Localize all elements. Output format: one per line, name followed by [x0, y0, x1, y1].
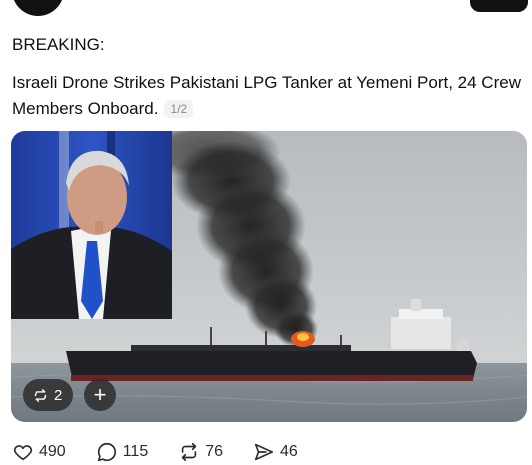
repost-count-value: 2: [54, 386, 63, 404]
tanker-photo: [11, 131, 527, 422]
headline-text: Israeli Drone Strikes Pakistani LPG Tank…: [12, 73, 521, 118]
repost-count: 76: [205, 443, 224, 460]
post-image[interactable]: [11, 131, 527, 422]
post-headline: Israeli Drone Strikes Pakistani LPG Tank…: [12, 70, 527, 122]
follow-button[interactable]: [470, 0, 528, 12]
like-count: 490: [39, 443, 66, 460]
post-actions: 490 115 76 46: [12, 438, 328, 465]
like-action[interactable]: 490: [12, 441, 66, 463]
repost-action[interactable]: 76: [178, 441, 223, 463]
reply-action[interactable]: 115: [96, 441, 149, 463]
share-count: 46: [280, 443, 298, 460]
image-page-indicator: 1/2: [164, 100, 194, 118]
heart-icon: [13, 445, 33, 461]
repost-count-pill[interactable]: 2: [23, 379, 74, 411]
repost-arrows-icon: [181, 442, 197, 462]
reply-count: 115: [122, 443, 149, 460]
add-button[interactable]: +: [84, 379, 116, 411]
post-label: BREAKING:: [12, 35, 105, 54]
send-arrow-icon: [254, 443, 274, 461]
repost-icon: [34, 388, 47, 402]
share-action[interactable]: 46: [253, 441, 298, 463]
speech-bubble-icon: [97, 442, 116, 462]
author-avatar[interactable]: [12, 0, 64, 16]
